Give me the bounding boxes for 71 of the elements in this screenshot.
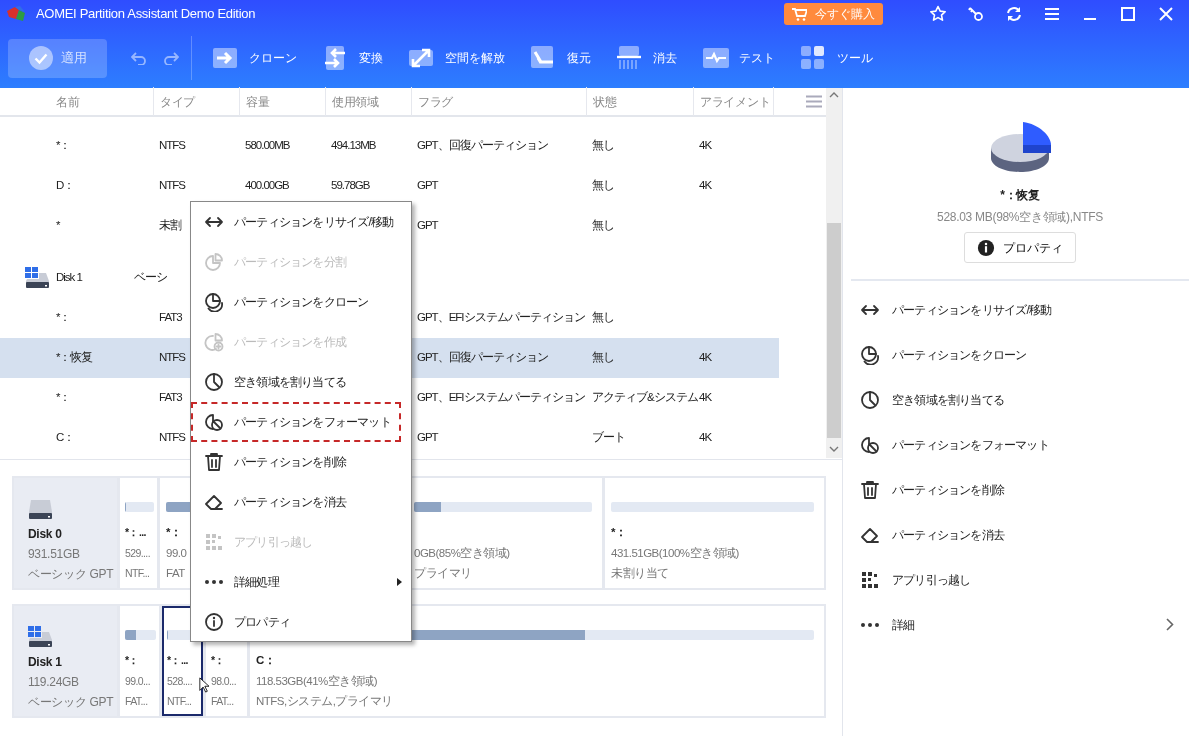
disk-size: 931.51GB	[28, 546, 81, 563]
disk-size: 119.24GB	[28, 674, 80, 691]
table-cell: D：	[56, 179, 75, 192]
partition-size: 529....	[125, 546, 150, 559]
partition-type: FAT...	[125, 695, 148, 707]
partition-size: 98.0...	[211, 674, 236, 687]
table-cell: 4K	[699, 139, 712, 152]
table-cell: GPT、回復パーティション	[417, 351, 548, 364]
table-cell: *：	[56, 391, 71, 404]
partition-name: *：	[166, 526, 182, 538]
partition-size: 99.0	[166, 546, 187, 559]
table-cell: アクティブ&システム	[592, 391, 698, 404]
table-cell: 未割	[159, 219, 181, 232]
table-cell: 4K	[699, 391, 712, 404]
table-cell: 4K	[699, 351, 712, 364]
table-cell: 4K	[699, 179, 712, 192]
table-cell: NTFS	[159, 351, 186, 364]
table-cell: 無し	[592, 351, 614, 364]
partition-name: *：	[611, 526, 627, 538]
disk-name: Disk 1	[56, 271, 82, 284]
partition-size: 99.0...	[125, 674, 150, 687]
table-cell: 4K	[699, 431, 712, 444]
window-title: AOMEI Partition Assistant Demo Edition	[36, 5, 256, 24]
table-cell: 580.00MB	[245, 139, 290, 152]
table-cell: 59.78GB	[331, 179, 370, 192]
partition-type: 未割り当て	[611, 567, 669, 579]
table-cell: NTFS	[159, 179, 186, 192]
table-cell: *：	[56, 311, 71, 324]
partition-name: C：	[256, 654, 276, 666]
partition-type: NTF...	[125, 567, 150, 579]
partition-name: *：...	[125, 526, 146, 538]
table-cell: 無し	[592, 139, 614, 152]
table-cell: *：恢复	[56, 351, 93, 364]
table-cell: NTFS	[159, 139, 186, 152]
table-cell: ベーシ	[134, 271, 167, 284]
partition-type: プライマリ	[414, 567, 472, 579]
table-cell: 無し	[592, 311, 614, 324]
disk-name: Disk 0	[28, 526, 63, 543]
table-cell: FAT3	[159, 391, 182, 404]
table-cell: 400.00GB	[245, 179, 289, 192]
partition-type: NTF...	[167, 695, 192, 707]
table-cell: 494.13MB	[331, 139, 376, 152]
disk-name: Disk 1	[28, 654, 63, 671]
partition-name: *：恢复	[999, 187, 1041, 204]
partition-size: 528....	[167, 674, 192, 687]
table-cell: *	[56, 219, 60, 232]
table-cell: GPT	[417, 431, 438, 444]
table-cell: GPT	[417, 219, 438, 232]
partition-name: *：...	[167, 654, 188, 666]
partition-size: 431.51GB(100%空き領域)	[611, 546, 739, 559]
table-cell: GPT、EFIシステムパーティション	[417, 311, 585, 324]
table-cell: GPT、回復パーティション	[417, 139, 548, 152]
table-cell: 無し	[592, 219, 614, 232]
partition-type: NTFS,システム,プライマリ	[256, 695, 393, 707]
partition-type: FAT...	[211, 695, 234, 707]
table-cell: 無し	[592, 179, 614, 192]
table-cell: NTFS	[159, 431, 186, 444]
table-cell: ブート	[592, 431, 625, 444]
partition-info: 528.03 MB(98%空き領域),NTFS	[937, 210, 1103, 224]
table-cell: GPT	[417, 179, 438, 192]
table-cell: FAT3	[159, 311, 182, 324]
partition-size: 0GB(85%空き領域)	[414, 546, 510, 559]
partition-name: *：	[125, 654, 139, 666]
table-cell: *：	[56, 139, 71, 152]
partition-name: *：	[211, 654, 225, 666]
disk-type: ベーシック GPT	[28, 566, 115, 583]
partition-size: 118.53GB(41%空き領域)	[256, 674, 378, 687]
disk-type: ベーシック GPT	[28, 694, 115, 711]
partition-type: FAT	[166, 567, 185, 579]
table-cell: C：	[56, 431, 75, 444]
table-cell: GPT、EFIシステムパーティション	[417, 391, 585, 404]
